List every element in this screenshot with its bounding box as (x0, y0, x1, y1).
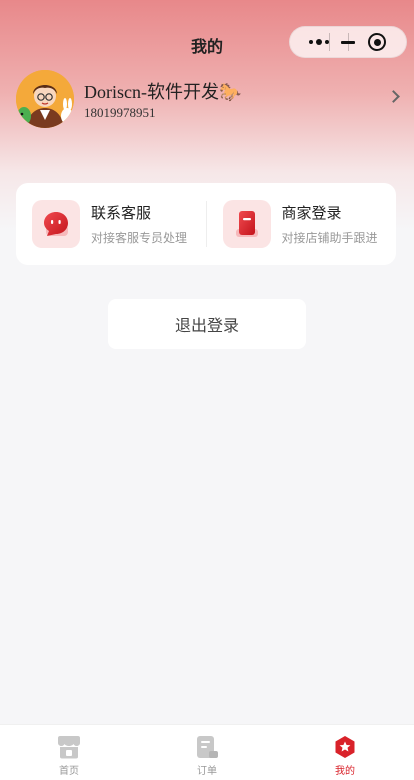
logout-button[interactable]: 退出登录 (108, 299, 306, 349)
tab-orders[interactable]: 订单 (138, 725, 276, 780)
store-icon (58, 736, 80, 759)
tab-profile[interactable]: 我的 (276, 725, 414, 780)
avatar-illustration-icon (16, 70, 74, 128)
tab-orders-label: 订单 (197, 766, 217, 777)
minimize-button[interactable] (334, 26, 362, 58)
capsule-divider (329, 33, 330, 51)
tab-home[interactable]: 首页 (0, 725, 138, 780)
merchant-login-item[interactable]: 商家登录 对接店铺助手跟进 (207, 183, 397, 265)
quick-links-card: 联系客服 对接客服专员处理 商家登录 对接店铺助手跟进 (16, 183, 396, 265)
tab-home-label: 首页 (59, 766, 79, 777)
merchant-login-title: 商家登录 (281, 205, 342, 222)
target-close-icon (368, 33, 387, 51)
tab-profile-label: 我的 (335, 766, 355, 777)
avatar (16, 70, 74, 128)
profile-star-icon (335, 736, 355, 758)
contact-support-subtitle: 对接客服专员处理 (91, 231, 188, 245)
merchant-book-icon (222, 200, 271, 248)
order-doc-icon (197, 736, 218, 758)
merchant-login-subtitle: 对接店铺助手跟进 (281, 231, 378, 245)
chevron-right-icon (387, 90, 400, 103)
minus-icon (341, 40, 355, 44)
bottom-tab-bar: 首页 订单 我的 (0, 724, 414, 780)
user-nickname: Doriscn-软件开发🐎 (84, 82, 242, 102)
user-phone: 18019978951 (84, 105, 156, 120)
contact-support-item[interactable]: 联系客服 对接客服专员处理 (16, 183, 206, 265)
more-dots-icon (308, 39, 329, 45)
chat-bubble-icon (32, 200, 80, 248)
profile-header[interactable]: Doriscn-软件开发🐎 18019978951 (16, 70, 404, 130)
contact-support-title: 联系客服 (91, 205, 152, 222)
